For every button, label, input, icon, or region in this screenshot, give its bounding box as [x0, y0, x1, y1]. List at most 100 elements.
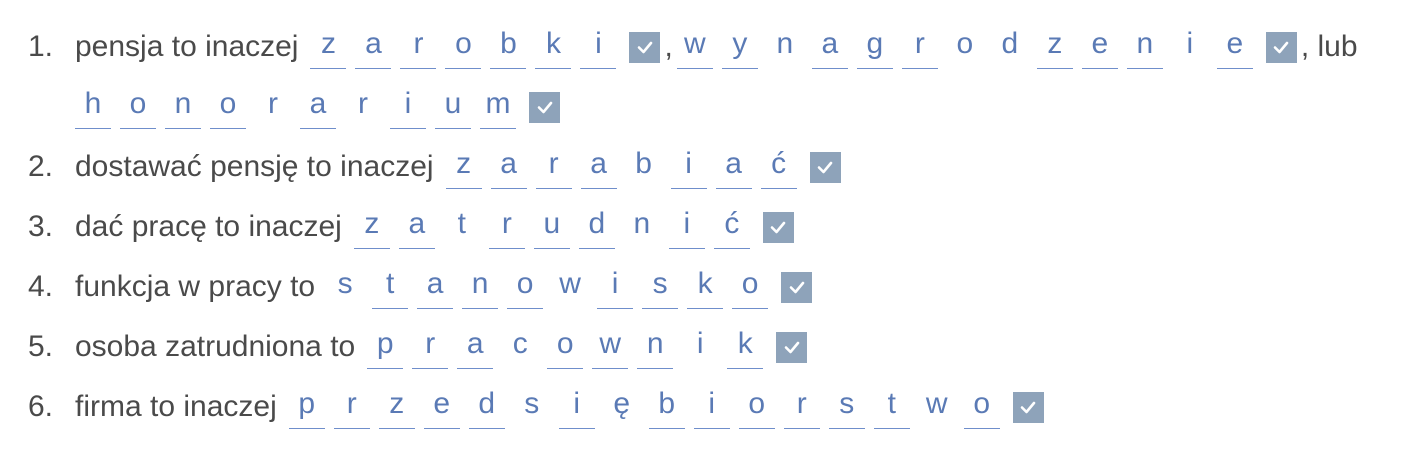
letter-input[interactable]: i [668, 205, 705, 249]
item-prompt: osoba zatrudniona to [75, 330, 356, 363]
letter-input[interactable]: k [535, 25, 572, 69]
letter-input[interactable]: o [963, 385, 1000, 429]
letter-input[interactable]: o [732, 265, 769, 309]
separator-text: , [664, 30, 673, 63]
letter-input[interactable]: d [578, 205, 615, 249]
item-number: 1. [28, 30, 54, 63]
letter-input[interactable]: e [1216, 25, 1253, 69]
given-letter: s [524, 387, 540, 420]
given-letter: n [633, 207, 651, 240]
letter-input[interactable]: z [310, 25, 347, 69]
letter-input[interactable]: z [445, 145, 482, 189]
letter-input[interactable]: i [390, 85, 426, 129]
letter-input[interactable]: ć [713, 205, 750, 249]
given-letter: ę [613, 387, 631, 420]
letter-input[interactable]: b [648, 385, 685, 429]
answer-word: stanowisko [327, 265, 769, 309]
letter-input[interactable]: r [488, 205, 525, 249]
letter-input[interactable]: o [210, 85, 246, 129]
line-content: osoba zatrudniona to p r a c o w n i k [75, 325, 808, 369]
given-letter: c [512, 327, 528, 360]
item-number: 4. [28, 270, 54, 303]
item-prompt: dać pracę to inaczej [75, 210, 342, 243]
letter-input[interactable]: n [637, 325, 674, 369]
letter-input[interactable]: z [1036, 25, 1073, 69]
checkmark-icon [1265, 31, 1297, 63]
letter-input[interactable]: s [642, 265, 679, 309]
checkmark-icon [1012, 391, 1044, 423]
letter-input[interactable]: i [693, 385, 730, 429]
letter-input[interactable]: r [783, 385, 820, 429]
letter-input[interactable]: a [417, 265, 454, 309]
given-letter: i [1186, 27, 1194, 60]
letter-input[interactable]: g [856, 25, 893, 69]
given-letter: w [925, 387, 948, 420]
letter-input[interactable]: p [367, 325, 404, 369]
answer-word: zarobki [310, 25, 617, 69]
letter-input[interactable]: e [1081, 25, 1118, 69]
letter-input[interactable]: k [727, 325, 764, 369]
letter-input[interactable]: o [547, 325, 584, 369]
letter-input[interactable]: ć [760, 145, 797, 189]
letter-input[interactable]: p [288, 385, 325, 429]
letter-input[interactable]: a [580, 145, 617, 189]
item-prompt: pensja to inaczej [75, 30, 299, 63]
letter-input[interactable]: a [300, 85, 336, 129]
letter-input[interactable]: a [457, 325, 494, 369]
letter-input[interactable]: a [715, 145, 752, 189]
letter-input[interactable]: m [480, 85, 516, 129]
given-letter: n [776, 27, 794, 60]
letter-input[interactable]: n [1126, 25, 1163, 69]
checkmark-icon [762, 211, 794, 243]
answer-word: przedsiębiorstwo [288, 385, 1000, 429]
letter-input[interactable]: o [507, 265, 544, 309]
letter-input[interactable]: r [901, 25, 938, 69]
letter-input[interactable]: r [412, 325, 449, 369]
letter-input[interactable]: a [398, 205, 435, 249]
letter-input[interactable]: i [670, 145, 707, 189]
answer-word: pracownik [367, 325, 764, 369]
given-letter: r [358, 87, 368, 120]
given-letter: w [559, 267, 581, 300]
letter-input[interactable]: i [558, 385, 595, 429]
line-content: dać pracę to inaczej z a t r u d n i ć [75, 205, 794, 249]
answer-word: honorarium [75, 85, 516, 129]
letter-input[interactable]: n [462, 265, 499, 309]
letter-input[interactable]: a [490, 145, 527, 189]
separator-text: , lub [1300, 30, 1358, 63]
letter-input[interactable]: t [873, 385, 910, 429]
item-prompt: funkcja w pracy to [75, 270, 316, 303]
letter-input[interactable]: u [435, 85, 471, 129]
letter-input[interactable]: w [676, 25, 713, 69]
letter-input[interactable]: u [533, 205, 570, 249]
letter-input[interactable]: w [592, 325, 629, 369]
letter-input[interactable]: o [120, 85, 156, 129]
letter-input[interactable]: t [372, 265, 409, 309]
letter-input[interactable]: e [423, 385, 460, 429]
letter-input[interactable]: s [828, 385, 865, 429]
given-letter: d [1001, 27, 1019, 60]
letter-input[interactable]: o [445, 25, 482, 69]
given-letter: s [337, 267, 353, 300]
letter-input[interactable]: y [721, 25, 758, 69]
letter-input[interactable]: n [165, 85, 201, 129]
checkmark-icon [776, 331, 808, 363]
line-content: funkcja w pracy to s t a n o w i s k o [75, 265, 813, 309]
letter-input[interactable]: d [468, 385, 505, 429]
letter-input[interactable]: i [580, 25, 617, 69]
letter-input[interactable]: r [400, 25, 437, 69]
letter-input[interactable]: o [738, 385, 775, 429]
letter-input[interactable]: a [811, 25, 848, 69]
line-content: honorarium [75, 85, 560, 129]
line-content: pensja to inaczej z a r o b k i, w y n a g r o d z e n i e, … [75, 25, 1362, 69]
letter-input[interactable]: i [597, 265, 634, 309]
letter-input[interactable]: r [535, 145, 572, 189]
letter-input[interactable]: b [490, 25, 527, 69]
letter-input[interactable]: h [75, 85, 111, 129]
letter-input[interactable]: z [378, 385, 415, 429]
given-letter: o [956, 27, 974, 60]
letter-input[interactable]: k [687, 265, 724, 309]
letter-input[interactable]: z [353, 205, 390, 249]
letter-input[interactable]: r [333, 385, 370, 429]
letter-input[interactable]: a [355, 25, 392, 69]
